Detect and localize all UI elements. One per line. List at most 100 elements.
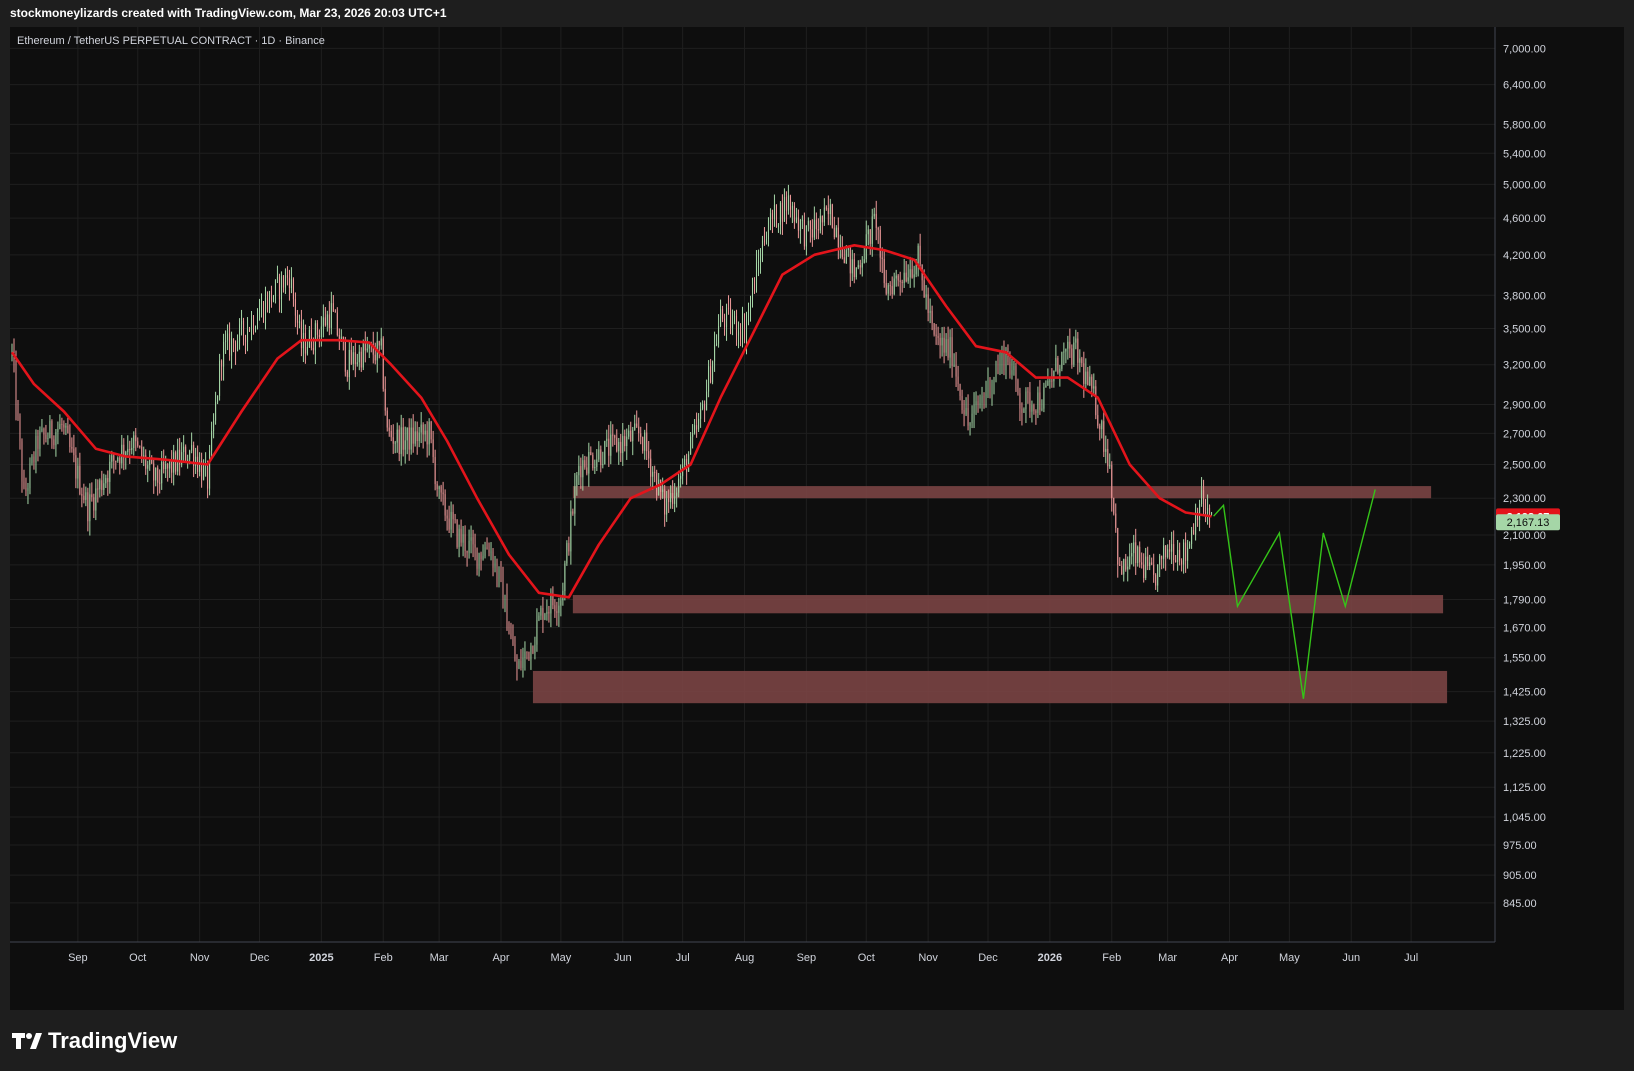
candle-body bbox=[1155, 574, 1157, 586]
candle-body bbox=[1143, 564, 1145, 578]
candle-body bbox=[1101, 421, 1103, 430]
candle-body bbox=[1111, 465, 1113, 498]
candle-body bbox=[350, 349, 352, 364]
x-tick-label: 2026 bbox=[1038, 952, 1062, 964]
candle-body bbox=[648, 451, 650, 459]
candle-body bbox=[602, 464, 604, 466]
candle-body bbox=[668, 498, 670, 503]
candle-body bbox=[949, 337, 951, 358]
candle-body bbox=[566, 543, 568, 564]
candle-body bbox=[115, 460, 117, 462]
candle-body bbox=[554, 605, 556, 612]
candle-body bbox=[1169, 549, 1171, 552]
x-tick-label: Aug bbox=[735, 952, 755, 964]
chart-frame[interactable]: 7,000.00 6,400.00 5,800.00 5,400.00 5,000.00… bbox=[10, 27, 1624, 1010]
candle-body bbox=[1167, 549, 1169, 558]
candle-body bbox=[688, 454, 690, 472]
candle-body bbox=[390, 430, 392, 438]
candle-body bbox=[75, 455, 77, 479]
candle-body bbox=[402, 427, 404, 450]
candle-body bbox=[879, 229, 881, 258]
candle-body bbox=[590, 451, 592, 455]
x-tick-label: Oct bbox=[858, 952, 875, 964]
candle-body bbox=[734, 315, 736, 322]
candle-body bbox=[805, 225, 807, 247]
candle-body bbox=[37, 435, 39, 449]
candle-body bbox=[736, 315, 738, 336]
y-tick-label: 2,900.00 bbox=[1503, 400, 1546, 412]
candle-body bbox=[656, 472, 658, 496]
candle-body bbox=[1041, 408, 1043, 410]
candle-body bbox=[207, 463, 209, 489]
candle-body bbox=[1171, 544, 1173, 552]
candle-body bbox=[346, 371, 348, 378]
candle-body bbox=[749, 301, 751, 308]
candle-body bbox=[1165, 545, 1167, 558]
candle-body bbox=[101, 480, 103, 490]
candle-body bbox=[496, 562, 498, 579]
candle-body bbox=[662, 489, 664, 492]
candle-body bbox=[272, 296, 274, 302]
candle-body bbox=[855, 267, 857, 278]
candle-body bbox=[1191, 530, 1193, 544]
brand-name: TradingView bbox=[48, 1028, 178, 1053]
candle-body bbox=[815, 219, 817, 230]
candle-body bbox=[718, 326, 720, 344]
candle-body bbox=[578, 465, 580, 476]
x-tick-label: May bbox=[1279, 952, 1300, 964]
candle-body bbox=[951, 337, 953, 367]
candle-body bbox=[1023, 408, 1025, 413]
candle-body bbox=[646, 432, 648, 452]
candle-body bbox=[518, 660, 520, 669]
candle-body bbox=[638, 426, 640, 434]
candle-body bbox=[907, 277, 909, 282]
x-tick-label: Apr bbox=[492, 952, 509, 964]
candle-body bbox=[276, 276, 278, 281]
candle-body bbox=[941, 337, 943, 346]
candle-body bbox=[1139, 546, 1141, 563]
candle-body bbox=[1157, 564, 1159, 586]
attribution-text: stockmoneylizards created with TradingVi… bbox=[10, 6, 447, 20]
candle-body bbox=[666, 498, 668, 515]
candle-body bbox=[211, 431, 213, 451]
candle-body bbox=[29, 463, 31, 489]
candle-body bbox=[716, 343, 718, 346]
x-tick-label: Dec bbox=[978, 952, 998, 964]
candle-body bbox=[594, 467, 596, 469]
candle-body bbox=[462, 534, 464, 543]
candle-body bbox=[229, 333, 231, 356]
candle-body bbox=[1203, 490, 1205, 512]
candle-body bbox=[189, 450, 191, 460]
candle-body bbox=[835, 227, 837, 238]
x-tick-label: Feb bbox=[1102, 952, 1121, 964]
candle-body bbox=[1099, 425, 1101, 430]
candle-body bbox=[913, 274, 915, 278]
candle-body bbox=[767, 229, 769, 239]
candle-body bbox=[746, 320, 748, 341]
candle-body bbox=[382, 338, 384, 389]
candle-body bbox=[1127, 566, 1129, 570]
candle-body bbox=[1015, 365, 1017, 381]
candle-body bbox=[55, 432, 57, 446]
candle-body bbox=[284, 275, 286, 288]
candle-body bbox=[901, 281, 903, 283]
candle-body bbox=[608, 438, 610, 456]
candle-body bbox=[253, 318, 255, 331]
y-tick-label: 1,790.00 bbox=[1503, 595, 1546, 607]
candle-body bbox=[169, 461, 171, 469]
brand[interactable]: TradingView bbox=[12, 1028, 177, 1054]
candle-body bbox=[69, 433, 71, 448]
candle-body bbox=[458, 528, 460, 547]
price-chart[interactable]: 7,000.00 6,400.00 5,800.00 5,400.00 5,000.00… bbox=[10, 27, 1624, 1010]
candle-body bbox=[991, 383, 993, 396]
candle-body bbox=[871, 216, 873, 244]
candle-body bbox=[478, 553, 480, 569]
candle-body bbox=[15, 362, 17, 411]
candle-body bbox=[1183, 542, 1185, 565]
candle-body bbox=[799, 220, 801, 231]
candle-body bbox=[935, 334, 937, 337]
candle-body bbox=[560, 600, 562, 606]
candle-body bbox=[27, 488, 29, 491]
candle-body bbox=[987, 377, 989, 394]
support-zone bbox=[532, 670, 1448, 704]
